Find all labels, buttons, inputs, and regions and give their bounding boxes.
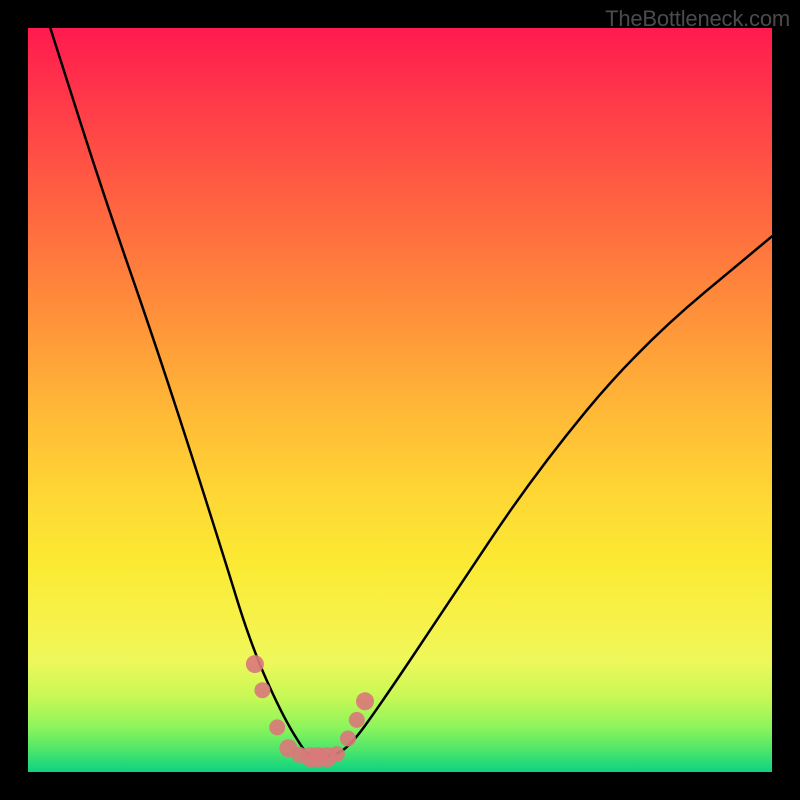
chart-frame: TheBottleneck.com <box>0 0 800 800</box>
watermark-text: TheBottleneck.com <box>605 6 790 32</box>
plot-background <box>28 28 772 772</box>
